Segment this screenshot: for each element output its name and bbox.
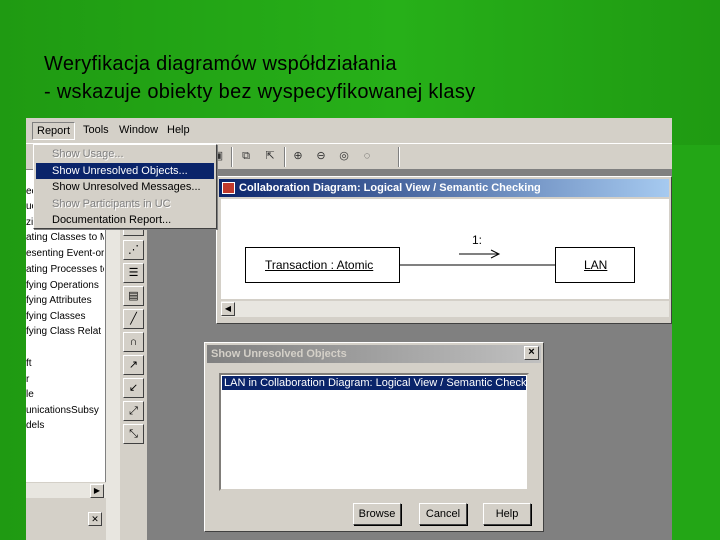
scroll-right-icon[interactable]: ▶	[90, 484, 104, 498]
dialog-close-icon[interactable]: ×	[524, 346, 539, 360]
browser-horizontal-scrollbar[interactable]: ▶	[26, 482, 106, 498]
browser-tree-item[interactable]: dels	[26, 418, 104, 433]
anchor-note-tool-icon[interactable]: ⋰	[123, 240, 144, 260]
class-instance-tool-icon[interactable]: ▤	[123, 286, 144, 306]
browser-tree-item[interactable]: fying Classes	[26, 309, 104, 324]
diagram-horizontal-scrollbar[interactable]: ◀	[221, 301, 669, 317]
browser-tree-item[interactable]: esenting Event-or	[26, 246, 104, 261]
diagram-canvas[interactable]: Transaction : Atomic LAN 1:	[221, 199, 669, 299]
browser-tree-item[interactable]: ating Processes to	[26, 262, 104, 277]
object-link-tool-icon[interactable]: ╱	[123, 309, 144, 329]
unresolved-objects-list[interactable]: LAN in Collaboration Diagram: Logical Vi…	[219, 373, 529, 491]
data-token-tool-icon[interactable]: ⤢	[123, 401, 144, 421]
rose-screenshot: Report Tools Window Help ▣ ⧉ ⇱ ⊕ ⊖ ◎ ◌ ▶…	[26, 118, 672, 540]
message-label[interactable]: 1:	[472, 233, 482, 247]
toolbar-separator	[231, 147, 233, 167]
link-message-tool-icon[interactable]: ↗	[123, 355, 144, 375]
browse-diagram-icon[interactable]: ⧉	[236, 147, 256, 167]
dialog-title: Show Unresolved Objects	[211, 348, 347, 360]
reverse-data-token-tool-icon[interactable]: ⤡	[123, 424, 144, 444]
report-menu-item[interactable]: Show Unresolved Objects...	[36, 162, 214, 179]
slide-background-stripe	[672, 145, 720, 540]
browser-tree-item[interactable]: fying Class Relat	[26, 324, 104, 339]
diagram-title: Collaboration Diagram: Logical View / Se…	[239, 182, 541, 194]
report-menu-item[interactable]: Documentation Report...	[36, 212, 214, 228]
diagram-window-icon	[222, 182, 235, 194]
unresolved-objects-dialog: Show Unresolved Objects × LAN in Collabo…	[204, 342, 544, 532]
slide-title: Weryfikacja diagramów współdziałania - w…	[44, 50, 475, 106]
help-button[interactable]: Help	[483, 503, 531, 525]
menu-tools[interactable]: Tools	[83, 124, 109, 136]
list-item[interactable]: LAN in Collaboration Diagram: Logical Vi…	[222, 376, 526, 390]
menu-report[interactable]: Report	[32, 122, 76, 140]
menu-window[interactable]: Window	[119, 124, 158, 136]
browser-tree-item[interactable]: unicationsSubsy	[26, 403, 104, 418]
browser-tree-item[interactable]: fying Operations	[26, 278, 104, 293]
toolbar-separator	[284, 147, 286, 167]
report-menu-item[interactable]: Show Usage...	[36, 146, 214, 162]
zoom-in-icon[interactable]: ⊕	[288, 147, 308, 167]
fit-in-window-icon[interactable]: ◎	[334, 147, 354, 167]
slide-title-line-1: Weryfikacja diagramów współdziałania	[44, 53, 397, 75]
menu-help[interactable]: Help	[167, 124, 190, 136]
collaboration-diagram-window: Collaboration Diagram: Logical View / Se…	[216, 176, 672, 324]
object-tool-icon[interactable]: ☰	[123, 263, 144, 283]
browser-tree-item[interactable]: ft	[26, 356, 104, 371]
menu-bar: Report Tools Window Help	[26, 118, 672, 144]
browser-tree-item[interactable]: r	[26, 372, 104, 387]
browser-tree-item[interactable]: le	[26, 387, 104, 402]
report-menu-item[interactable]: Show Unresolved Messages...	[36, 179, 214, 195]
toolbar-separator	[398, 147, 400, 167]
report-menu-item[interactable]: Show Participants in UC	[36, 196, 214, 212]
object-link[interactable]	[221, 199, 669, 299]
close-documentation-icon[interactable]: ✕	[88, 512, 102, 526]
reverse-link-message-tool-icon[interactable]: ↙	[123, 378, 144, 398]
scroll-left-icon[interactable]: ◀	[221, 302, 235, 316]
report-menu: Show Usage... Show Unresolved Objects... S…	[33, 144, 217, 229]
documentation-bar: ✕	[26, 498, 106, 540]
zoom-out-icon[interactable]: ⊖	[311, 147, 331, 167]
browse-parent-icon[interactable]: ⇱	[260, 147, 280, 167]
slide-title-line-2: - wskazuje obiekty bez wyspecyfikowanej …	[44, 81, 476, 103]
undo-fit-icon[interactable]: ◌	[357, 147, 377, 167]
cancel-button[interactable]: Cancel	[419, 503, 467, 525]
browser-tree-item[interactable]: fying Attributes	[26, 293, 104, 308]
browse-button[interactable]: Browse	[353, 503, 401, 525]
dialog-title-bar[interactable]: Show Unresolved Objects	[207, 345, 541, 363]
link-to-self-tool-icon[interactable]: ∩	[123, 332, 144, 352]
browser-tree-item[interactable]: ating Classes to M	[26, 230, 104, 245]
diagram-title-bar[interactable]: Collaboration Diagram: Logical View / Se…	[219, 179, 669, 197]
